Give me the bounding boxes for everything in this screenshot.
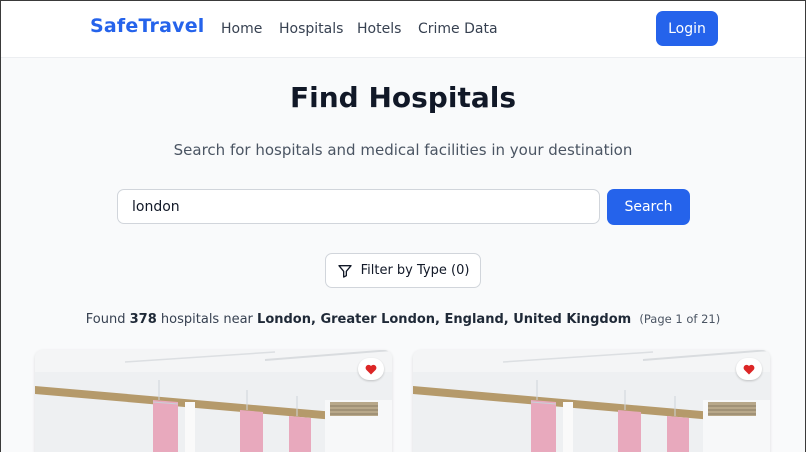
results-page-info: (Page 1 of 21) — [639, 312, 721, 326]
hospital-card[interactable] — [413, 350, 770, 452]
results-middle: hospitals near — [160, 312, 253, 327]
favorite-button[interactable] — [358, 358, 384, 380]
heart-icon — [365, 364, 377, 374]
filter-by-type-button[interactable]: Filter by Type (0) — [325, 253, 481, 288]
search-button[interactable]: Search — [607, 189, 690, 225]
app-frame: SafeTravel Home Hospitals Hotels Crime D… — [1, 1, 805, 452]
nav-link-crime-data[interactable]: Crime Data — [418, 21, 498, 37]
nav-link-hotels[interactable]: Hotels — [357, 21, 401, 37]
filter-icon — [337, 263, 353, 279]
search-input-value: london — [132, 198, 180, 215]
heart-icon — [743, 364, 755, 374]
top-navbar: SafeTravel Home Hospitals Hotels Crime D… — [1, 1, 805, 58]
hospital-card[interactable] — [35, 350, 392, 452]
results-location: London, Greater London, England, United … — [257, 312, 632, 327]
page-subtitle: Search for hospitals and medical facilit… — [173, 141, 633, 159]
nav-link-home[interactable]: Home — [221, 21, 262, 37]
page-title: Find Hospitals — [290, 81, 516, 114]
results-prefix: Found — [85, 312, 126, 327]
favorite-button[interactable] — [736, 358, 762, 380]
hospital-card-image — [413, 350, 770, 452]
search-input[interactable]: london — [117, 189, 600, 224]
nav-link-hospitals[interactable]: Hospitals — [279, 21, 343, 37]
filter-label: Filter by Type (0) — [360, 263, 470, 278]
brand-logo[interactable]: SafeTravel — [90, 15, 205, 37]
login-button[interactable]: Login — [656, 11, 718, 46]
results-summary: Found 378 hospitals near London, Greater… — [1, 312, 805, 327]
hospital-card-image — [35, 350, 392, 452]
results-count: 378 — [129, 312, 157, 327]
